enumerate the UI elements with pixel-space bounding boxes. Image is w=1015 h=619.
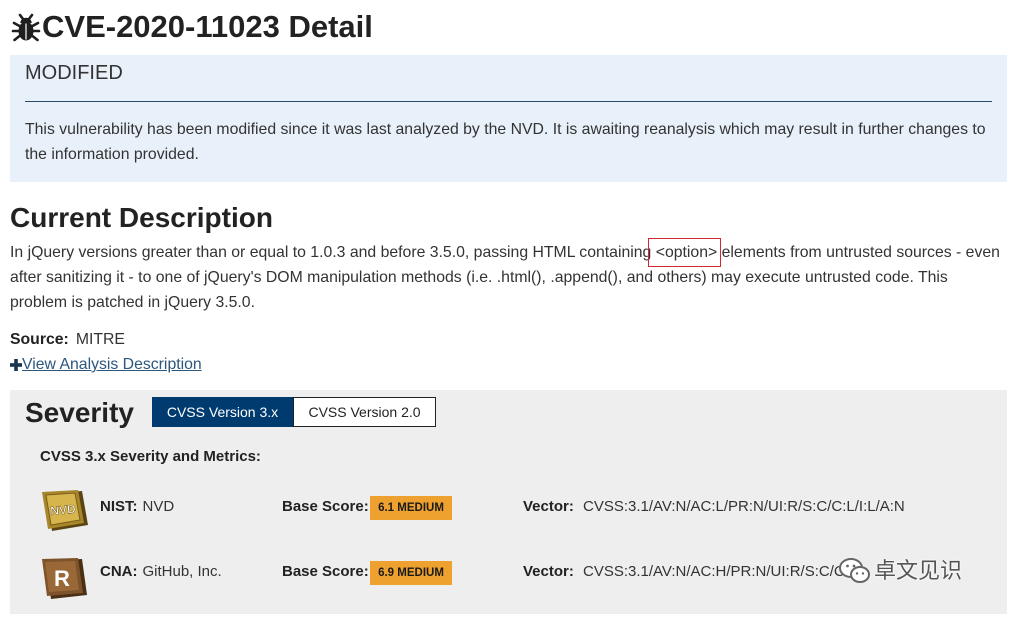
severity-heading: Severity <box>25 397 134 428</box>
wechat-icon <box>839 558 870 583</box>
cvss-metrics-subheading: CVSS 3.x Severity and Metrics: <box>40 448 261 465</box>
base-score-label: Base Score: <box>282 498 369 515</box>
page-title: CVE-2020-11023 Detail <box>10 7 373 47</box>
view-analysis-description[interactable]: View Analysis Description <box>10 352 202 377</box>
alert-heading: MODIFIED <box>25 62 123 84</box>
cna-logo-icon: R <box>42 558 87 599</box>
alert-divider <box>25 101 992 102</box>
page-title-text: CVE-2020-11023 Detail <box>42 9 373 44</box>
source-label: CNA: <box>100 563 138 580</box>
cna-logo-text: R <box>54 566 70 591</box>
source-label: Source: <box>10 331 69 348</box>
vector-value: CVSS:3.1/AV:N/AC:H/PR:N/UI:R/S:C/C <box>583 563 845 580</box>
base-score-badge[interactable]: 6.1 MEDIUM <box>370 496 452 520</box>
base-score-badge[interactable]: 6.9 MEDIUM <box>370 561 452 585</box>
vector-value: CVSS:3.1/AV:N/AC:L/PR:N/UI:R/S:C/C:L/I:L… <box>583 498 905 515</box>
nvd-logo-text: NVD <box>50 502 77 518</box>
source-value: GitHub, Inc. <box>142 563 222 580</box>
source-value: MITRE <box>75 331 125 348</box>
current-description-heading: Current Description <box>10 202 273 233</box>
alert-message: This vulnerability has been modified sin… <box>25 121 986 163</box>
cve-detail-page: CVE-2020-11023 Detail MODIFIED This vuln… <box>0 0 1015 619</box>
watermark: 卓文见识 <box>838 556 962 586</box>
source-value: NVD <box>142 498 175 515</box>
description-source: Source: MITRE <box>10 327 125 352</box>
bug-icon <box>11 13 41 42</box>
row-source-nist: NIST: NVD <box>100 497 174 517</box>
tab-cvss-2-0[interactable]: CVSS Version 2.0 <box>293 397 436 427</box>
view-analysis-description-link[interactable]: View Analysis Description <box>22 352 202 377</box>
highlighted-option-term: <option> <box>647 238 722 267</box>
description-text-before: In jQuery versions greater than or equal… <box>10 244 656 261</box>
cvss-version-tabs: CVSS Version 3.x CVSS Version 2.0 <box>152 397 436 427</box>
source-label: NIST: <box>100 498 138 515</box>
tab-cvss-3x[interactable]: CVSS Version 3.x <box>152 397 293 427</box>
row-source-cna: CNA: GitHub, Inc. <box>100 562 222 582</box>
watermark-text: 卓文见识 <box>874 558 963 583</box>
modified-alert: MODIFIED This vulnerability has been mod… <box>10 55 1007 182</box>
plus-icon[interactable] <box>10 358 22 371</box>
vector-label: Vector: <box>523 563 574 580</box>
description-text: In jQuery versions greater than or equal… <box>10 238 1007 315</box>
vector-label: Vector: <box>523 498 574 515</box>
base-score-label: Base Score: <box>282 563 369 580</box>
nvd-logo-icon: NVD <box>42 490 88 531</box>
